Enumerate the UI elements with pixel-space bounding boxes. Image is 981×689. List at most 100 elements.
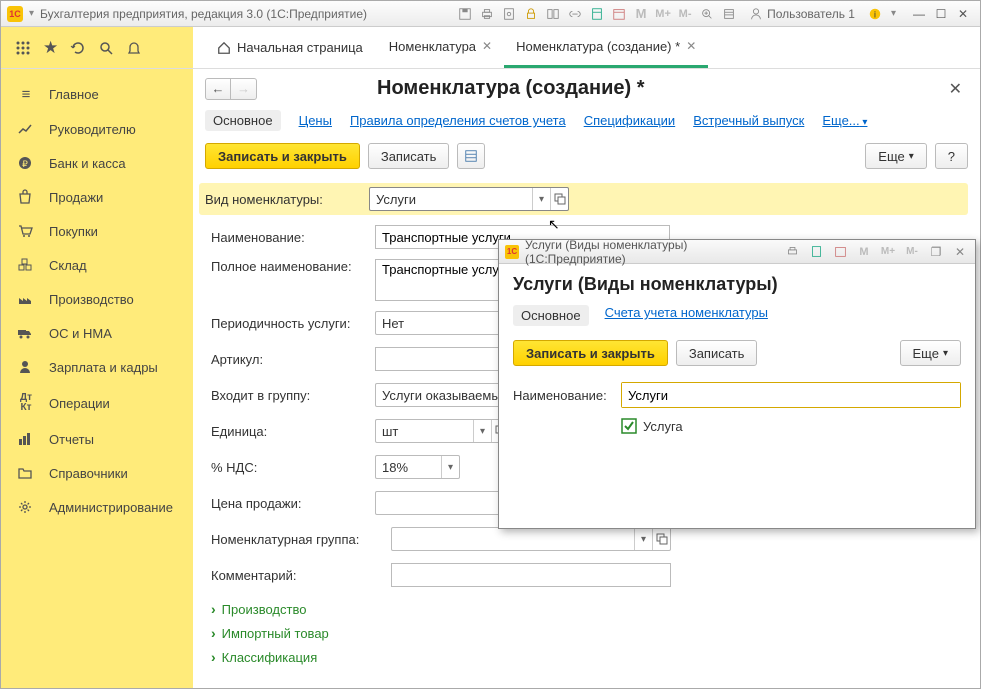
lock-icon[interactable] bbox=[521, 4, 541, 24]
sidebar-item-sales[interactable]: Продажи bbox=[1, 180, 193, 214]
dropdown-icon[interactable]: ▾ bbox=[634, 528, 652, 550]
nav-forward-button[interactable]: → bbox=[231, 78, 257, 100]
modal-save-close-button[interactable]: Записать и закрыть bbox=[513, 340, 668, 366]
expand-production[interactable]: Производство bbox=[205, 597, 968, 621]
save-icon[interactable] bbox=[455, 4, 475, 24]
row-nomgroup: Номенклатурная группа: ▾ bbox=[205, 525, 968, 553]
sidebar-item-admin[interactable]: Администрирование bbox=[1, 490, 193, 524]
apps-grid-icon[interactable] bbox=[15, 40, 31, 56]
article-input[interactable] bbox=[375, 347, 510, 371]
search-icon[interactable] bbox=[98, 40, 114, 56]
sidebar-item-manager[interactable]: Руководителю bbox=[1, 112, 193, 146]
memory-m-icon[interactable]: M bbox=[855, 243, 873, 261]
more-button[interactable]: Еще bbox=[865, 143, 926, 169]
subnav-rules[interactable]: Правила определения счетов учета bbox=[350, 113, 566, 128]
tab-nomenclature[interactable]: Номенклатура ✕ bbox=[377, 27, 504, 68]
memory-mminus-icon[interactable]: M- bbox=[903, 243, 921, 261]
save-button[interactable]: Записать bbox=[368, 143, 450, 169]
preview-icon[interactable] bbox=[499, 4, 519, 24]
sidebar-item-main[interactable]: ≡Главное bbox=[1, 77, 193, 112]
notifications-bell-icon[interactable] bbox=[126, 40, 142, 56]
info-dropdown-icon[interactable]: ▾ bbox=[891, 8, 896, 19]
calculator-icon[interactable] bbox=[807, 243, 825, 261]
tab-home[interactable]: Начальная страница bbox=[203, 27, 377, 68]
vat-label: % НДС: bbox=[205, 460, 375, 475]
memory-mplus-icon[interactable]: M+ bbox=[653, 4, 673, 24]
dropdown-icon[interactable]: ▾ bbox=[532, 188, 550, 210]
nomgroup-combo[interactable]: ▾ bbox=[391, 527, 671, 551]
memory-mplus-icon[interactable]: M+ bbox=[879, 243, 897, 261]
sidebar-item-reports[interactable]: Отчеты bbox=[1, 422, 193, 456]
tab-nomenclature-create[interactable]: Номенклатура (создание) * ✕ bbox=[504, 27, 708, 68]
close-icon[interactable]: ✕ bbox=[482, 39, 492, 53]
history-icon[interactable] bbox=[719, 4, 739, 24]
list-view-button[interactable] bbox=[457, 143, 485, 169]
page-title: Номенклатура (создание) * bbox=[277, 77, 943, 100]
print-icon[interactable] bbox=[783, 243, 801, 261]
sidebar-item-bank[interactable]: ₽Банк и касса bbox=[1, 146, 193, 180]
sidebar-item-purchases[interactable]: Покупки bbox=[1, 214, 193, 248]
expand-classification[interactable]: Классификация bbox=[205, 645, 968, 669]
type-combo[interactable]: Услуги ▾ bbox=[369, 187, 569, 211]
cart-icon bbox=[17, 223, 35, 239]
period-label: Периодичность услуги: bbox=[205, 316, 375, 331]
comment-input[interactable] bbox=[391, 563, 671, 587]
memory-m-icon[interactable]: M bbox=[631, 4, 651, 24]
window-restore[interactable]: ❐ bbox=[927, 243, 945, 261]
info-icon[interactable]: i bbox=[865, 4, 885, 24]
expand-import[interactable]: Импортный товар bbox=[205, 621, 968, 645]
app-menu-dropdown-icon[interactable]: ▾ bbox=[29, 8, 34, 19]
sidebar-item-warehouse[interactable]: Склад bbox=[1, 248, 193, 282]
modal-subnav-main[interactable]: Основное bbox=[513, 305, 589, 326]
checkbox-checked-icon bbox=[621, 418, 637, 434]
gear-icon bbox=[17, 499, 35, 515]
sidebar-item-salary[interactable]: Зарплата и кадры bbox=[1, 350, 193, 384]
subnav-main[interactable]: Основное bbox=[205, 110, 281, 131]
dropdown-icon[interactable]: ▾ bbox=[473, 420, 491, 442]
sidebar-item-production[interactable]: Производство bbox=[1, 282, 193, 316]
nav-back-button[interactable]: ← bbox=[205, 78, 231, 100]
top-row: ★ Начальная страница Номенклатура ✕ Номе… bbox=[1, 27, 980, 69]
modal-subnav-accounts[interactable]: Счета учета номенклатуры bbox=[605, 305, 768, 326]
unit-combo[interactable]: шт ▾ bbox=[375, 419, 510, 443]
favorites-star-icon[interactable]: ★ bbox=[43, 38, 58, 58]
memory-mminus-icon[interactable]: M- bbox=[675, 4, 695, 24]
modal-name-input[interactable] bbox=[622, 383, 960, 407]
zoom-icon[interactable] bbox=[697, 4, 717, 24]
service-checkbox-row[interactable]: Услуга bbox=[621, 418, 961, 434]
print-icon[interactable] bbox=[477, 4, 497, 24]
calendar-icon[interactable] bbox=[831, 243, 849, 261]
save-close-button[interactable]: Записать и закрыть bbox=[205, 143, 360, 169]
sidebar-item-operations[interactable]: ДтКтОперации bbox=[1, 384, 193, 422]
subnav-prices[interactable]: Цены bbox=[299, 113, 332, 128]
modal-titlebar: 1C Услуги (Виды номенклатуры) (1С:Предпр… bbox=[499, 240, 975, 264]
subnav-counter[interactable]: Встречный выпуск bbox=[693, 113, 804, 128]
open-icon[interactable] bbox=[550, 188, 568, 210]
subnav-more[interactable]: Еще... bbox=[822, 113, 867, 128]
article-label: Артикул: bbox=[205, 352, 375, 367]
calendar-icon[interactable] bbox=[609, 4, 629, 24]
help-button[interactable]: ? bbox=[935, 143, 968, 169]
vat-combo[interactable]: 18% ▾ bbox=[375, 455, 460, 479]
page-close-button[interactable]: ✕ bbox=[943, 79, 968, 99]
open-icon[interactable] bbox=[652, 528, 670, 550]
window-maximize[interactable]: ☐ bbox=[930, 4, 952, 24]
window-close[interactable]: ✕ bbox=[951, 243, 969, 261]
link-icon[interactable] bbox=[565, 4, 585, 24]
history-loop-icon[interactable] bbox=[70, 40, 86, 56]
calculator-icon[interactable] bbox=[587, 4, 607, 24]
user-menu[interactable]: Пользователь 1 bbox=[745, 7, 859, 21]
modal-more-button[interactable]: Еще bbox=[900, 340, 961, 366]
sidebar-item-references[interactable]: Справочники bbox=[1, 456, 193, 490]
modal-heading: Услуги (Виды номенклатуры) bbox=[513, 274, 961, 295]
subnav-specs[interactable]: Спецификации bbox=[584, 113, 676, 128]
modal-save-button[interactable]: Записать bbox=[676, 340, 758, 366]
window-minimize[interactable]: — bbox=[908, 4, 930, 24]
truck-icon bbox=[17, 325, 35, 341]
window-close[interactable]: ✕ bbox=[952, 4, 974, 24]
modal-window: 1C Услуги (Виды номенклатуры) (1С:Предпр… bbox=[498, 239, 976, 529]
sidebar-item-assets[interactable]: ОС и НМА bbox=[1, 316, 193, 350]
dropdown-icon[interactable]: ▾ bbox=[441, 456, 459, 478]
compare-icon[interactable] bbox=[543, 4, 563, 24]
close-icon[interactable]: ✕ bbox=[686, 39, 696, 53]
